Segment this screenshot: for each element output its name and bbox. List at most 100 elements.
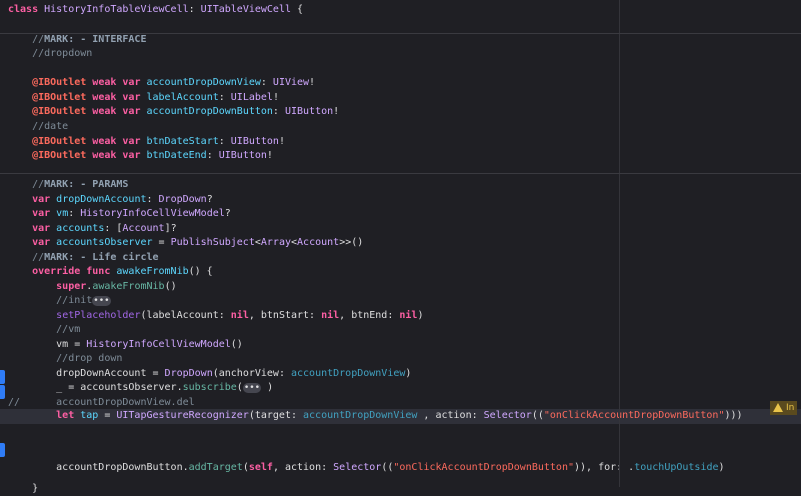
breakpoint-marker[interactable] xyxy=(0,385,5,399)
code-token: ! xyxy=(309,77,315,88)
code-token: (anchorView: xyxy=(213,368,291,379)
code-editor[interactable]: class HistoryInfoTableViewCell: UITableV… xyxy=(0,0,801,487)
code-line[interactable]: var vm: HistoryInfoCellViewModel? xyxy=(0,207,801,222)
code-token: tap xyxy=(80,410,98,421)
code-line[interactable] xyxy=(0,18,801,33)
code-line[interactable] xyxy=(0,164,801,179)
code-line[interactable]: //init••• xyxy=(0,294,801,309)
code-line[interactable]: //drop down xyxy=(0,352,801,367)
code-token: super xyxy=(8,281,86,292)
code-line[interactable]: //date xyxy=(0,120,801,135)
code-token: UIButton xyxy=(219,150,267,161)
code-token: //drop down xyxy=(8,353,122,364)
code-line[interactable]: //vm xyxy=(0,323,801,338)
code-token: PublishSubject xyxy=(171,237,255,248)
code-line[interactable]: setPlaceholder(labelAccount: nil , btnSta… xyxy=(0,309,801,324)
code-token: weak var xyxy=(92,92,146,103)
code-token: : xyxy=(207,150,219,161)
code-token: accounts xyxy=(56,223,104,234)
code-line[interactable]: _ = accountsObserver.subscribe(••• ) xyxy=(0,381,801,396)
code-line[interactable]: @IBOutlet weak var btnDateEnd: UIButton! xyxy=(0,149,801,164)
code-token: () xyxy=(231,339,243,350)
code-line[interactable] xyxy=(0,62,801,77)
code-token: (labelAccount: xyxy=(140,310,230,321)
code-token: HistoryInfoTableViewCell xyxy=(44,4,189,15)
breakpoint-marker[interactable] xyxy=(0,443,5,457)
code-token: weak var xyxy=(92,106,146,117)
code-line[interactable]: let tap = UITapGestureRecognizer(target:… xyxy=(0,409,801,424)
code-token: addTarget xyxy=(189,462,243,473)
code-line[interactable]: @IBOutlet weak var accountDropDownView: … xyxy=(0,76,801,91)
code-token: accountDropDownButton xyxy=(146,106,272,117)
code-token: ) xyxy=(417,310,423,321)
code-token: awakeFromNib xyxy=(116,266,188,277)
code-token: : xyxy=(219,92,231,103)
code-token: Selector xyxy=(333,462,381,473)
code-token: @IBOutlet xyxy=(8,106,92,117)
code-token: setPlaceholder xyxy=(56,310,140,321)
code-token: MARK: - Life circle xyxy=(44,252,158,263)
code-token: UITapGestureRecognizer xyxy=(116,410,248,421)
code-line[interactable]: @IBOutlet weak var btnDateStart: UIButto… xyxy=(0,135,801,150)
fold-indicator[interactable]: ••• xyxy=(92,296,110,306)
code-token: accountDropDownButton. xyxy=(8,462,189,473)
code-line[interactable]: @IBOutlet weak var labelAccount: UILabel… xyxy=(0,91,801,106)
code-token: (( xyxy=(381,462,393,473)
code-line[interactable]: //MARK: - PARAMS xyxy=(0,178,801,193)
code-line[interactable]: var dropDownAccount: DropDown? xyxy=(0,193,801,208)
code-line[interactable]: override func awakeFromNib() { xyxy=(0,265,801,280)
code-line[interactable]: dropDownAccount = DropDown(anchorView: a… xyxy=(0,367,801,382)
code-line[interactable]: @IBOutlet weak var accountDropDownButton… xyxy=(0,105,801,120)
code-token: ) xyxy=(719,462,725,473)
code-token: //init xyxy=(8,295,92,306)
code-line[interactable]: var accountsObserver = PublishSubject<Ar… xyxy=(0,236,801,251)
code-token: } xyxy=(8,483,38,494)
code-token: weak var xyxy=(92,150,146,161)
code-line[interactable]: var accounts: [Account]? xyxy=(0,222,801,237)
warning-badge[interactable]: In xyxy=(770,401,797,415)
code-token: class xyxy=(8,4,44,15)
code-token: { xyxy=(291,4,303,15)
code-token: >>() xyxy=(339,237,363,248)
breakpoint-marker[interactable] xyxy=(0,370,5,384)
code-token: Account xyxy=(297,237,339,248)
code-token: //date xyxy=(8,121,68,132)
code-line[interactable]: super.awakeFromNib() xyxy=(0,280,801,295)
code-line[interactable]: //MARK: - INTERFACE xyxy=(0,33,801,48)
code-line[interactable]: class HistoryInfoTableViewCell: UITableV… xyxy=(0,3,801,18)
code-token: , action: xyxy=(417,410,483,421)
code-token: // xyxy=(8,34,44,45)
code-token: var xyxy=(8,223,56,234)
code-token: accountDropDownView xyxy=(303,410,417,421)
code-token: , btnStart: xyxy=(249,310,321,321)
code-line[interactable]: //dropdown xyxy=(0,47,801,62)
code-token: (target: xyxy=(249,410,303,421)
code-token: () { xyxy=(189,266,213,277)
code-token: ! xyxy=(279,136,285,147)
warning-label: In xyxy=(786,403,794,413)
code-token: nil xyxy=(399,310,417,321)
fold-indicator[interactable]: ••• xyxy=(243,383,261,393)
code-token: Selector xyxy=(484,410,532,421)
code-token: @IBOutlet xyxy=(8,150,92,161)
code-token: , btnEnd: xyxy=(339,310,399,321)
code-line[interactable] xyxy=(0,423,801,438)
code-token: btnDateStart xyxy=(146,136,218,147)
code-line[interactable]: accountDropDownButton.addTarget(self, ac… xyxy=(0,461,801,476)
code-token: accountDropDownView xyxy=(291,368,405,379)
code-token: MARK: - INTERFACE xyxy=(44,34,146,45)
code-line[interactable]: vm = HistoryInfoCellViewModel() xyxy=(0,338,801,353)
code-line[interactable]: //MARK: - Life circle xyxy=(0,251,801,266)
code-token: vm xyxy=(56,208,68,219)
code-token: @IBOutlet xyxy=(8,136,92,147)
code-token: ? xyxy=(207,194,213,205)
code-token: ! xyxy=(267,150,273,161)
code-token: UIButton xyxy=(285,106,333,117)
code-token: )), for: . xyxy=(574,462,634,473)
code-token: weak var xyxy=(92,77,146,88)
code-token: btnDateEnd xyxy=(146,150,206,161)
code-line[interactable] xyxy=(0,447,801,462)
code-token: UITableViewCell xyxy=(201,4,291,15)
code-token: // xyxy=(8,252,44,263)
code-line[interactable]: } xyxy=(0,482,801,496)
